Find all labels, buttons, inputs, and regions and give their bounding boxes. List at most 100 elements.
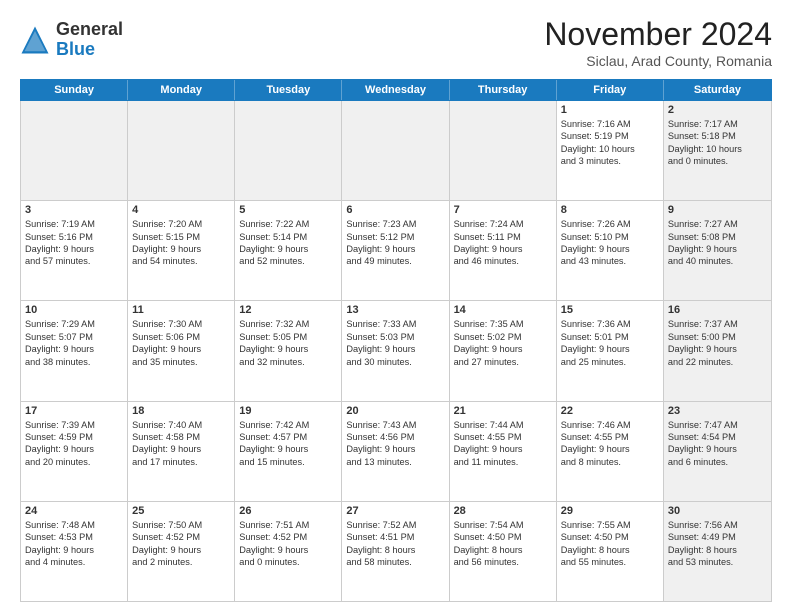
logo-icon <box>20 25 50 55</box>
day-number: 18 <box>132 405 230 417</box>
day-number: 9 <box>668 204 767 216</box>
cal-cell-r0c5: 1 Sunrise: 7:16 AM Sunset: 5:19 PM Daylig… <box>557 101 664 200</box>
cal-cell-r2c4: 14 Sunrise: 7:35 AM Sunset: 5:02 PM Dayli… <box>450 301 557 400</box>
cal-cell-r4c5: 29 Sunrise: 7:55 AM Sunset: 4:50 PM Dayli… <box>557 502 664 601</box>
cal-cell-r4c6: 30 Sunrise: 7:56 AM Sunset: 4:49 PM Dayli… <box>664 502 771 601</box>
cal-cell-r1c0: 3 Sunrise: 7:19 AM Sunset: 5:16 PM Daylig… <box>21 201 128 300</box>
day-number: 11 <box>132 304 230 316</box>
day-number: 7 <box>454 204 552 216</box>
day-number: 30 <box>668 505 767 517</box>
day-number: 13 <box>346 304 444 316</box>
cell-text: Sunrise: 7:51 AM Sunset: 4:52 PM Dayligh… <box>239 519 337 569</box>
cal-cell-r2c0: 10 Sunrise: 7:29 AM Sunset: 5:07 PM Dayli… <box>21 301 128 400</box>
cell-text: Sunrise: 7:46 AM Sunset: 4:55 PM Dayligh… <box>561 419 659 469</box>
day-number: 1 <box>561 104 659 116</box>
cal-cell-r0c3 <box>342 101 449 200</box>
cal-cell-r1c5: 8Sunrise: 7:26 AM Sunset: 5:10 PM Daylig… <box>557 201 664 300</box>
day-number: 24 <box>25 505 123 517</box>
day-number: 2 <box>668 104 767 116</box>
cell-text: Sunrise: 7:30 AM Sunset: 5:06 PM Dayligh… <box>132 318 230 368</box>
cal-row-1: 3 Sunrise: 7:19 AM Sunset: 5:16 PM Daylig… <box>21 201 771 301</box>
cell-text: Sunrise: 7:32 AM Sunset: 5:05 PM Dayligh… <box>239 318 337 368</box>
day-number: 29 <box>561 505 659 517</box>
calendar-body: 1 Sunrise: 7:16 AM Sunset: 5:19 PM Daylig… <box>20 101 772 602</box>
cal-cell-r0c2 <box>235 101 342 200</box>
header-wednesday: Wednesday <box>342 80 449 100</box>
day-number: 8 <box>561 204 659 216</box>
cell-text: Sunrise: 7:42 AM Sunset: 4:57 PM Dayligh… <box>239 419 337 469</box>
cal-cell-r3c2: 19Sunrise: 7:42 AM Sunset: 4:57 PM Dayli… <box>235 402 342 501</box>
day-number: 4 <box>132 204 230 216</box>
cell-text: Sunrise: 7:22 AM Sunset: 5:14 PM Dayligh… <box>239 218 337 268</box>
cal-cell-r4c3: 27 Sunrise: 7:52 AM Sunset: 4:51 PM Dayli… <box>342 502 449 601</box>
cell-text: Sunrise: 7:50 AM Sunset: 4:52 PM Dayligh… <box>132 519 230 569</box>
cell-text: Sunrise: 7:48 AM Sunset: 4:53 PM Dayligh… <box>25 519 123 569</box>
page: General Blue November 2024 Siclau, Arad … <box>0 0 792 612</box>
header-sunday: Sunday <box>21 80 128 100</box>
cal-cell-r1c4: 7 Sunrise: 7:24 AM Sunset: 5:11 PM Daylig… <box>450 201 557 300</box>
day-number: 3 <box>25 204 123 216</box>
cal-cell-r0c0 <box>21 101 128 200</box>
day-number: 26 <box>239 505 337 517</box>
header-thursday: Thursday <box>450 80 557 100</box>
cell-text: Sunrise: 7:55 AM Sunset: 4:50 PM Dayligh… <box>561 519 659 569</box>
cal-cell-r4c2: 26 Sunrise: 7:51 AM Sunset: 4:52 PM Dayli… <box>235 502 342 601</box>
cell-text: Sunrise: 7:37 AM Sunset: 5:00 PM Dayligh… <box>668 318 767 368</box>
day-number: 22 <box>561 405 659 417</box>
header-friday: Friday <box>557 80 664 100</box>
day-number: 17 <box>25 405 123 417</box>
calendar: Sunday Monday Tuesday Wednesday Thursday… <box>20 79 772 602</box>
cal-cell-r3c5: 22 Sunrise: 7:46 AM Sunset: 4:55 PM Dayli… <box>557 402 664 501</box>
cal-cell-r0c4 <box>450 101 557 200</box>
header-saturday: Saturday <box>664 80 771 100</box>
logo: General Blue <box>20 20 123 60</box>
cell-text: Sunrise: 7:27 AM Sunset: 5:08 PM Dayligh… <box>668 218 767 268</box>
cell-text: Sunrise: 7:56 AM Sunset: 4:49 PM Dayligh… <box>668 519 767 569</box>
cal-cell-r4c4: 28Sunrise: 7:54 AM Sunset: 4:50 PM Dayli… <box>450 502 557 601</box>
day-number: 10 <box>25 304 123 316</box>
cell-text: Sunrise: 7:29 AM Sunset: 5:07 PM Dayligh… <box>25 318 123 368</box>
cell-text: Sunrise: 7:20 AM Sunset: 5:15 PM Dayligh… <box>132 218 230 268</box>
day-number: 28 <box>454 505 552 517</box>
cal-cell-r3c1: 18 Sunrise: 7:40 AM Sunset: 4:58 PM Dayli… <box>128 402 235 501</box>
cal-cell-r2c3: 13Sunrise: 7:33 AM Sunset: 5:03 PM Dayli… <box>342 301 449 400</box>
cal-cell-r2c5: 15 Sunrise: 7:36 AM Sunset: 5:01 PM Dayli… <box>557 301 664 400</box>
day-number: 6 <box>346 204 444 216</box>
cal-cell-r2c2: 12Sunrise: 7:32 AM Sunset: 5:05 PM Dayli… <box>235 301 342 400</box>
cell-text: Sunrise: 7:52 AM Sunset: 4:51 PM Dayligh… <box>346 519 444 569</box>
cell-text: Sunrise: 7:16 AM Sunset: 5:19 PM Dayligh… <box>561 118 659 168</box>
day-number: 21 <box>454 405 552 417</box>
cal-row-0: 1 Sunrise: 7:16 AM Sunset: 5:19 PM Daylig… <box>21 101 771 201</box>
cell-text: Sunrise: 7:36 AM Sunset: 5:01 PM Dayligh… <box>561 318 659 368</box>
day-number: 27 <box>346 505 444 517</box>
title-block: November 2024 Siclau, Arad County, Roman… <box>544 16 772 69</box>
cal-cell-r1c6: 9 Sunrise: 7:27 AM Sunset: 5:08 PM Daylig… <box>664 201 771 300</box>
cell-text: Sunrise: 7:19 AM Sunset: 5:16 PM Dayligh… <box>25 218 123 268</box>
cal-cell-r3c0: 17Sunrise: 7:39 AM Sunset: 4:59 PM Dayli… <box>21 402 128 501</box>
cal-cell-r1c2: 5 Sunrise: 7:22 AM Sunset: 5:14 PM Daylig… <box>235 201 342 300</box>
cal-cell-r3c4: 21 Sunrise: 7:44 AM Sunset: 4:55 PM Dayli… <box>450 402 557 501</box>
day-number: 23 <box>668 405 767 417</box>
cal-row-3: 17Sunrise: 7:39 AM Sunset: 4:59 PM Dayli… <box>21 402 771 502</box>
cal-cell-r2c6: 16Sunrise: 7:37 AM Sunset: 5:00 PM Dayli… <box>664 301 771 400</box>
month-title: November 2024 <box>544 16 772 53</box>
cell-text: Sunrise: 7:35 AM Sunset: 5:02 PM Dayligh… <box>454 318 552 368</box>
cal-cell-r2c1: 11 Sunrise: 7:30 AM Sunset: 5:06 PM Dayli… <box>128 301 235 400</box>
cell-text: Sunrise: 7:47 AM Sunset: 4:54 PM Dayligh… <box>668 419 767 469</box>
day-number: 14 <box>454 304 552 316</box>
cell-text: Sunrise: 7:17 AM Sunset: 5:18 PM Dayligh… <box>668 118 767 168</box>
cal-row-4: 24 Sunrise: 7:48 AM Sunset: 4:53 PM Dayli… <box>21 502 771 601</box>
cal-cell-r4c0: 24 Sunrise: 7:48 AM Sunset: 4:53 PM Dayli… <box>21 502 128 601</box>
cal-cell-r3c6: 23 Sunrise: 7:47 AM Sunset: 4:54 PM Dayli… <box>664 402 771 501</box>
cell-text: Sunrise: 7:24 AM Sunset: 5:11 PM Dayligh… <box>454 218 552 268</box>
cell-text: Sunrise: 7:44 AM Sunset: 4:55 PM Dayligh… <box>454 419 552 469</box>
day-number: 5 <box>239 204 337 216</box>
logo-blue: Blue <box>56 39 95 59</box>
cell-text: Sunrise: 7:23 AM Sunset: 5:12 PM Dayligh… <box>346 218 444 268</box>
cal-cell-r0c6: 2 Sunrise: 7:17 AM Sunset: 5:18 PM Daylig… <box>664 101 771 200</box>
cell-text: Sunrise: 7:40 AM Sunset: 4:58 PM Dayligh… <box>132 419 230 469</box>
header-tuesday: Tuesday <box>235 80 342 100</box>
day-number: 15 <box>561 304 659 316</box>
cal-cell-r3c3: 20Sunrise: 7:43 AM Sunset: 4:56 PM Dayli… <box>342 402 449 501</box>
cell-text: Sunrise: 7:43 AM Sunset: 4:56 PM Dayligh… <box>346 419 444 469</box>
